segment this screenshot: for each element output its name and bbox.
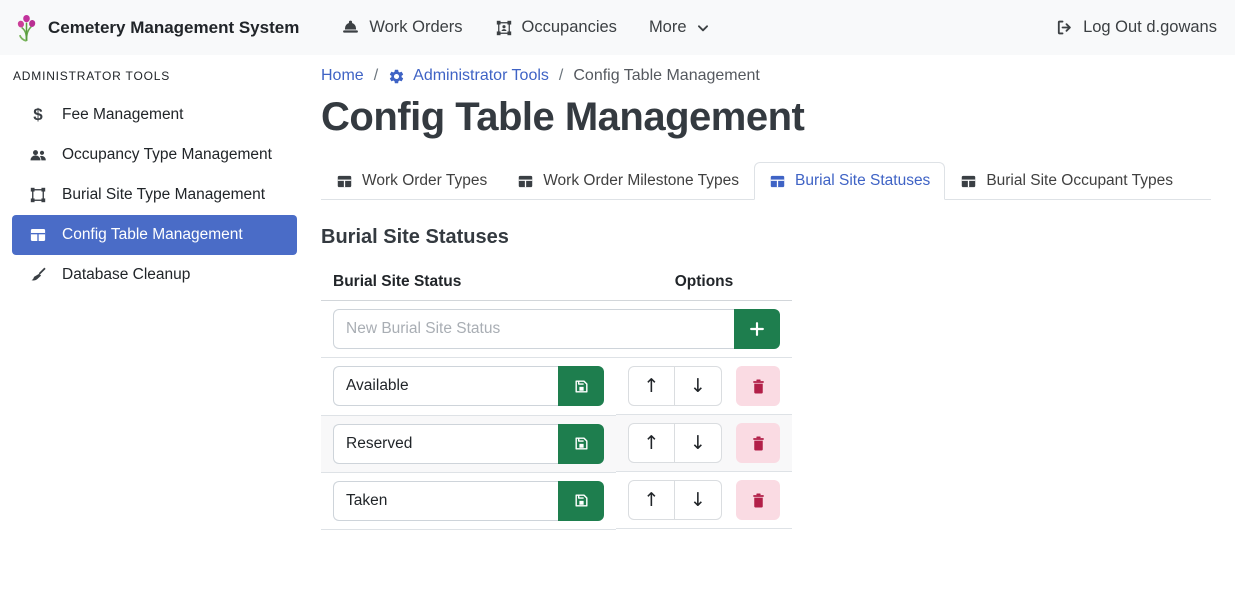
breadcrumb-current: Config Table Management	[573, 67, 760, 85]
nav-work-orders-label: Work Orders	[369, 18, 462, 37]
arrow-down-icon: ↓	[690, 432, 706, 454]
section-heading: Burial Site Statuses	[321, 226, 1211, 249]
sidebar-item-fee-management[interactable]: $ Fee Management	[12, 95, 297, 135]
tab-work-order-milestone-types[interactable]: Work Order Milestone Types	[502, 162, 754, 200]
app-brand[interactable]: Cemetery Management System	[14, 12, 299, 43]
breadcrumb-home-link[interactable]: Home	[321, 67, 364, 85]
nav-occupancies[interactable]: Occupancies	[495, 18, 617, 37]
breadcrumb-separator: /	[374, 67, 378, 85]
sidebar-item-label: Occupancy Type Management	[62, 146, 272, 164]
sidebar-item-label: Database Cleanup	[62, 266, 190, 284]
table-icon	[517, 173, 534, 190]
sidebar-item-label: Burial Site Type Management	[62, 186, 265, 204]
column-header-status: Burial Site Status	[321, 267, 616, 301]
logout-icon	[1055, 18, 1074, 37]
sidebar-item-label: Config Table Management	[62, 226, 243, 244]
chevron-down-icon	[696, 21, 710, 35]
arrow-down-icon: ↓	[690, 375, 706, 397]
arrow-up-icon: ↑	[644, 489, 660, 511]
trash-icon	[750, 435, 767, 452]
sidebar-item-occupancy-type-management[interactable]: Occupancy Type Management	[12, 135, 297, 175]
nav-more[interactable]: More	[649, 18, 710, 37]
table-icon	[769, 173, 786, 190]
reorder-group: ↑ ↓	[628, 366, 722, 406]
broom-icon	[28, 266, 48, 285]
status-input[interactable]	[333, 424, 558, 464]
tab-label: Work Order Types	[362, 172, 487, 190]
breadcrumb: Home / Administrator Tools / Config Tabl…	[321, 67, 1211, 85]
save-button[interactable]	[558, 366, 604, 406]
reorder-group: ↑ ↓	[628, 480, 722, 520]
plus-icon	[747, 319, 767, 339]
table-row: ↑ ↓	[321, 358, 792, 416]
sidebar-item-label: Fee Management	[62, 106, 184, 124]
delete-button[interactable]	[736, 366, 780, 406]
new-status-row	[321, 301, 792, 358]
move-up-button[interactable]: ↑	[628, 423, 675, 463]
tulips-logo-icon	[14, 12, 39, 43]
delete-button[interactable]	[736, 423, 780, 463]
move-up-button[interactable]: ↑	[628, 480, 675, 520]
move-down-button[interactable]: ↓	[675, 423, 722, 463]
save-button[interactable]	[558, 424, 604, 464]
tab-label: Work Order Milestone Types	[543, 172, 739, 190]
users-icon	[28, 145, 48, 165]
breadcrumb-admin-tools-link[interactable]: Administrator Tools	[388, 67, 549, 85]
table-header-row: Burial Site Status Options	[321, 267, 792, 301]
arrow-up-icon: ↑	[644, 432, 660, 454]
nav-work-orders[interactable]: Work Orders	[341, 18, 462, 37]
arrow-down-icon: ↓	[690, 489, 706, 511]
main-content: Home / Administrator Tools / Config Tabl…	[310, 55, 1235, 591]
move-down-button[interactable]: ↓	[675, 480, 722, 520]
gear-icon	[388, 68, 405, 85]
dollar-icon: $	[28, 105, 48, 125]
burial-site-status-table: Burial Site Status Options	[321, 267, 792, 530]
breadcrumb-admin-tools-label: Administrator Tools	[413, 67, 549, 85]
nav-occupancies-label: Occupancies	[522, 18, 617, 37]
table-row: ↑ ↓	[321, 415, 792, 472]
sidebar-item-burial-site-type-management[interactable]: Burial Site Type Management	[12, 175, 297, 215]
sidebar-header: ADMINISTRATOR TOOLS	[13, 69, 310, 83]
arrow-up-icon: ↑	[644, 375, 660, 397]
table-icon	[960, 173, 977, 190]
move-down-button[interactable]: ↓	[675, 366, 722, 406]
top-navbar: Cemetery Management System Work Orders O…	[0, 0, 1235, 55]
save-icon	[573, 435, 590, 452]
save-icon	[573, 378, 590, 395]
tab-label: Burial Site Occupant Types	[986, 172, 1173, 190]
logout-button[interactable]: Log Out d.gowans	[1055, 18, 1217, 37]
table-icon	[28, 226, 48, 244]
app-title: Cemetery Management System	[48, 18, 299, 38]
hard-hat-icon	[341, 18, 360, 37]
sidebar-item-database-cleanup[interactable]: Database Cleanup	[12, 255, 297, 295]
vector-square-icon	[28, 186, 48, 204]
tab-burial-site-occupant-types[interactable]: Burial Site Occupant Types	[945, 162, 1188, 200]
config-tabs: Work Order Types Work Order Milestone Ty…	[321, 162, 1211, 200]
tab-burial-site-statuses[interactable]: Burial Site Statuses	[754, 162, 945, 200]
save-button[interactable]	[558, 481, 604, 521]
delete-button[interactable]	[736, 480, 780, 520]
tab-label: Burial Site Statuses	[795, 172, 930, 190]
logout-label: Log Out d.gowans	[1083, 18, 1217, 37]
add-status-button[interactable]	[734, 309, 780, 349]
table-icon	[336, 173, 353, 190]
tab-work-order-types[interactable]: Work Order Types	[321, 162, 502, 200]
table-row: ↑ ↓	[321, 472, 792, 529]
column-header-options: Options	[616, 267, 792, 301]
person-frame-icon	[495, 19, 513, 37]
save-icon	[573, 492, 590, 509]
sidebar-item-config-table-management[interactable]: Config Table Management	[12, 215, 297, 255]
move-up-button[interactable]: ↑	[628, 366, 675, 406]
breadcrumb-separator: /	[559, 67, 563, 85]
status-input[interactable]	[333, 366, 558, 406]
page-title: Config Table Management	[321, 95, 1211, 140]
status-input[interactable]	[333, 481, 558, 521]
new-status-input[interactable]	[333, 309, 734, 349]
reorder-group: ↑ ↓	[628, 423, 722, 463]
trash-icon	[750, 378, 767, 395]
trash-icon	[750, 492, 767, 509]
sidebar: ADMINISTRATOR TOOLS $ Fee Management Occ…	[0, 55, 310, 591]
nav-more-label: More	[649, 18, 687, 37]
